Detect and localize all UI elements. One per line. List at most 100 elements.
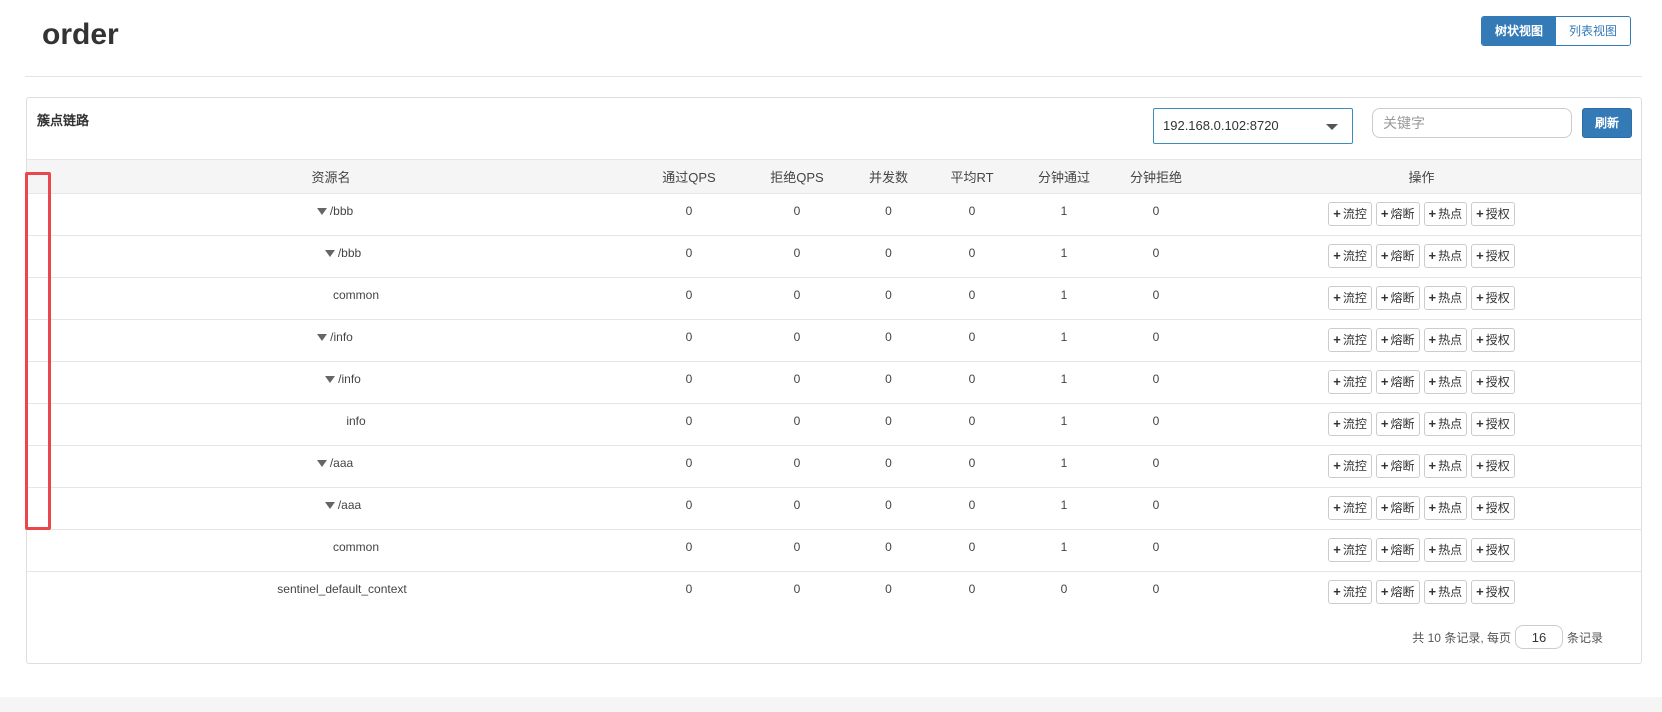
machine-select[interactable]: 192.168.0.102:8720 <box>1153 108 1353 144</box>
operation-buttons: + 流控 + 熔断 + 热点 + 授权 <box>1202 244 1641 268</box>
metric-cell: 0 <box>635 277 743 320</box>
resource-name: /aaa <box>337 498 362 512</box>
table-row: sentinel_default_context 0 0 0 0 0 0 + 流控 + 熔断 + 热点 +… <box>27 572 1641 614</box>
authority-button[interactable]: + 授权 <box>1471 202 1515 226</box>
flow-control-button[interactable]: + 流控 <box>1328 496 1372 520</box>
authority-button[interactable]: + 授权 <box>1471 244 1515 268</box>
authority-button[interactable]: + 授权 <box>1471 538 1515 562</box>
resource-name: /bbb <box>329 204 354 218</box>
plus-icon: + <box>1476 416 1484 431</box>
hot-param-button[interactable]: + 热点 <box>1423 580 1468 604</box>
tree-view-button[interactable]: 树状视图 <box>1482 17 1557 45</box>
hot-param-button[interactable]: + 热点 <box>1423 412 1468 436</box>
metric-cell: 1 <box>1018 403 1110 446</box>
flow-control-button[interactable]: + 流控 <box>1328 328 1372 352</box>
metric-cell: 0 <box>1110 277 1202 320</box>
hot-param-button[interactable]: + 热点 <box>1423 202 1468 226</box>
authority-button[interactable]: + 授权 <box>1471 328 1515 352</box>
degrade-button[interactable]: + 熔断 <box>1375 286 1420 310</box>
plus-icon: + <box>1380 458 1389 473</box>
list-view-button[interactable]: 列表视图 <box>1556 17 1631 45</box>
column-header: 资源名 <box>27 159 635 194</box>
table-header-row: 资源名 通过QPS 拒绝QPS 并发数 平均RT 分钟通过 分钟拒绝 操作 <box>27 159 1641 194</box>
metric-cell: 1 <box>1018 235 1110 278</box>
metric-cell: 0 <box>635 403 743 446</box>
degrade-button[interactable]: + 熔断 <box>1375 370 1420 394</box>
hot-param-button[interactable]: + 热点 <box>1423 538 1468 562</box>
metric-cell: 1 <box>1018 319 1110 362</box>
flow-control-button[interactable]: + 流控 <box>1328 244 1372 268</box>
authority-button[interactable]: + 授权 <box>1471 286 1515 310</box>
metric-cell: 1 <box>1018 529 1110 572</box>
resource-name-cell: info <box>27 403 635 446</box>
hot-param-button[interactable]: + 热点 <box>1423 454 1468 478</box>
metric-cell: 1 <box>1018 277 1110 320</box>
resource-name: /info <box>338 372 361 386</box>
caret-down-icon[interactable] <box>316 208 327 216</box>
page-size-input[interactable] <box>1514 625 1563 649</box>
degrade-button[interactable]: + 熔断 <box>1375 328 1420 352</box>
caret-down-icon[interactable] <box>325 376 336 384</box>
hot-param-button[interactable]: + 热点 <box>1423 286 1468 310</box>
degrade-button[interactable]: + 熔断 <box>1375 244 1420 268</box>
degrade-button[interactable]: + 熔断 <box>1375 496 1420 520</box>
flow-control-button[interactable]: + 流控 <box>1328 580 1372 604</box>
flow-control-button[interactable]: + 流控 <box>1328 538 1372 562</box>
authority-button[interactable]: + 授权 <box>1471 454 1515 478</box>
keyword-search-input[interactable] <box>1372 108 1572 138</box>
degrade-button[interactable]: + 熔断 <box>1375 538 1420 562</box>
flow-control-button[interactable]: + 流控 <box>1328 454 1372 478</box>
operation-buttons: + 流控 + 熔断 + 热点 + 授权 <box>1202 580 1641 604</box>
column-header: 平均RT <box>926 159 1018 194</box>
metric-cell: 0 <box>635 445 743 488</box>
authority-button[interactable]: + 授权 <box>1471 412 1515 436</box>
metric-cell: 0 <box>1110 487 1202 530</box>
flow-control-button[interactable]: + 流控 <box>1328 412 1372 436</box>
metric-cell: 0 <box>743 277 851 320</box>
flow-control-button[interactable]: + 流控 <box>1328 202 1372 226</box>
degrade-button[interactable]: + 熔断 <box>1375 412 1420 436</box>
refresh-button[interactable]: 刷新 <box>1582 108 1632 138</box>
operations-cell: + 流控 + 熔断 + 热点 + 授权 <box>1202 361 1641 404</box>
caret-down-icon[interactable] <box>324 250 335 258</box>
resource-name: sentinel_default_context <box>277 582 407 596</box>
authority-button[interactable]: + 授权 <box>1471 580 1515 604</box>
resource-name-cell: /aaa <box>27 445 635 488</box>
caret-down-icon[interactable] <box>317 334 328 342</box>
plus-icon: + <box>1380 416 1389 431</box>
hot-param-button[interactable]: + 热点 <box>1423 328 1468 352</box>
metric-cell: 0 <box>635 487 743 530</box>
authority-button[interactable]: + 授权 <box>1471 370 1515 394</box>
caret-down-icon[interactable] <box>316 460 327 468</box>
plus-icon: + <box>1333 584 1341 599</box>
metric-cell: 0 <box>743 445 851 488</box>
degrade-button[interactable]: + 熔断 <box>1375 580 1420 604</box>
plus-icon: + <box>1428 416 1437 431</box>
plus-icon: + <box>1380 290 1389 305</box>
metric-cell: 1 <box>1018 193 1110 236</box>
degrade-button[interactable]: + 熔断 <box>1375 202 1420 226</box>
plus-icon: + <box>1333 542 1341 557</box>
flow-control-button[interactable]: + 流控 <box>1328 370 1372 394</box>
metric-cell: 0 <box>926 529 1018 572</box>
caret-down-icon[interactable] <box>324 502 335 510</box>
metric-cell: 0 <box>926 361 1018 404</box>
hot-param-button[interactable]: + 热点 <box>1423 496 1468 520</box>
column-header: 并发数 <box>851 159 926 194</box>
resource-name: /bbb <box>337 246 362 260</box>
operation-label: 熔断 <box>1390 501 1415 515</box>
hot-param-button[interactable]: + 热点 <box>1423 370 1468 394</box>
table-row: common 0 0 0 0 1 0 + 流控 + 熔断 + 热点 + 授权 <box>27 529 1641 572</box>
degrade-button[interactable]: + 熔断 <box>1375 454 1420 478</box>
operation-label: 熔断 <box>1390 417 1415 431</box>
flow-control-button[interactable]: + 流控 <box>1328 286 1372 310</box>
plus-icon: + <box>1428 290 1437 305</box>
pagination: 共 10 条记录, 每页 条记录 <box>1412 625 1603 649</box>
plus-icon: + <box>1476 542 1484 557</box>
operation-label: 热点 <box>1438 585 1463 599</box>
operation-label: 授权 <box>1485 333 1510 347</box>
authority-button[interactable]: + 授权 <box>1471 496 1515 520</box>
metric-cell: 0 <box>926 193 1018 236</box>
hot-param-button[interactable]: + 热点 <box>1423 244 1468 268</box>
plus-icon: + <box>1428 332 1437 347</box>
